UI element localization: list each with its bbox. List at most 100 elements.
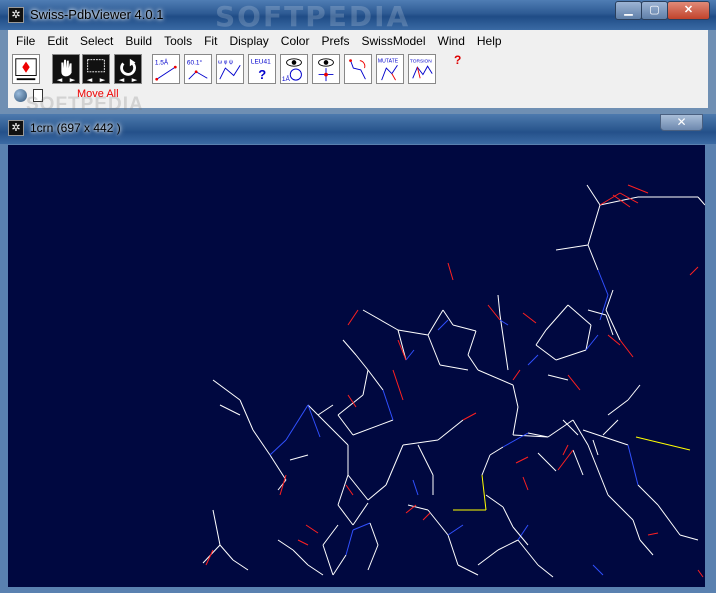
bond (269, 454, 287, 481)
dihedral-icon: ω φ ψ (218, 59, 241, 80)
bond (297, 539, 309, 546)
bond (355, 354, 369, 371)
rotate-tool-button[interactable] (114, 54, 142, 84)
molecule-window-close-button[interactable]: ✕ (660, 114, 703, 131)
identify-tool-button[interactable]: LEU41 ? (248, 54, 276, 84)
bond (515, 456, 529, 464)
mutate-tool-label: MUTATE (378, 59, 399, 65)
bond (367, 544, 379, 571)
menu-edit[interactable]: Edit (41, 34, 74, 48)
menu-prefs[interactable]: Prefs (315, 34, 355, 48)
distance-tool-button[interactable]: 1.5Å (152, 54, 180, 84)
rotate-icon (118, 58, 138, 82)
menu-swissmodel[interactable]: SwissModel (356, 34, 432, 48)
toolbar: 1.5Å 60.1° ω φ ψ LEU41 ? 1Å MUTATE TORSI… (8, 51, 708, 115)
bond (439, 364, 469, 371)
bond (447, 534, 459, 566)
protein-wireframe (202, 184, 705, 578)
bond (697, 569, 704, 578)
bond (437, 419, 464, 441)
dihedral-tool-button[interactable]: ω φ ψ (216, 54, 244, 84)
bond (219, 404, 241, 416)
menu-fit[interactable]: Fit (198, 34, 223, 48)
bond (567, 374, 581, 391)
eye-center-icon (318, 58, 334, 82)
bond (547, 419, 574, 438)
zoom-tool-button[interactable] (82, 54, 110, 84)
bond (517, 539, 539, 566)
bond (679, 534, 699, 541)
distance-range-tool-button[interactable]: 1Å (280, 54, 308, 84)
bond (397, 329, 407, 361)
menu-build[interactable]: Build (119, 34, 158, 48)
menu-display[interactable]: Display (223, 34, 274, 48)
bond (627, 184, 649, 194)
bond (337, 474, 349, 506)
bond (587, 204, 601, 246)
bond (567, 304, 592, 326)
bond (502, 506, 514, 528)
torsion-tool-label: TORSION (410, 59, 432, 65)
bond (392, 369, 404, 401)
menu-help[interactable]: Help (471, 34, 508, 48)
bond (535, 344, 557, 361)
bond (382, 389, 394, 421)
menu-bar: File Edit Select Build Tools Fit Display… (8, 30, 708, 51)
bond (337, 504, 354, 526)
bond (586, 184, 601, 206)
center-atom-tool-button[interactable] (312, 54, 340, 84)
help-question-icon[interactable]: ? (454, 53, 461, 67)
bond (485, 494, 504, 508)
app-icon[interactable]: ✲ (8, 7, 24, 23)
minimize-button[interactable]: ▁ (615, 1, 642, 20)
move-hand-tool-button[interactable] (52, 54, 80, 84)
bond (279, 474, 287, 496)
bond (547, 374, 569, 381)
close-button[interactable]: ✕ (667, 1, 710, 20)
bond (555, 349, 587, 361)
bond (512, 406, 519, 436)
menu-tools[interactable]: Tools (158, 34, 198, 48)
distance-tool-label: 1.5Å (155, 57, 169, 66)
bond (352, 522, 371, 531)
bond (342, 339, 357, 356)
bond (487, 304, 501, 321)
molecule-window-title-bar[interactable]: ✲ 1crn (697 x 442 ) ✕ (0, 114, 716, 144)
bond (627, 384, 641, 401)
center-tool-button[interactable] (12, 54, 40, 84)
menu-select[interactable]: Select (74, 34, 119, 48)
bond (307, 564, 324, 576)
bond (427, 509, 449, 536)
bond (489, 446, 504, 456)
bond (362, 309, 399, 331)
angle-tool-button[interactable]: 60.1° (184, 54, 212, 84)
bond (422, 512, 431, 521)
menu-wind[interactable]: Wind (432, 34, 471, 48)
molecule-window-icon[interactable]: ✲ (8, 120, 24, 136)
bond (347, 474, 369, 501)
bond (427, 309, 444, 336)
bond (607, 399, 629, 416)
bond (447, 524, 464, 536)
fix-tool-button[interactable] (344, 54, 372, 84)
menu-file[interactable]: File (10, 34, 41, 48)
fix-fragment-icon (349, 59, 366, 80)
bond (457, 564, 479, 576)
main-title-bar[interactable]: SOFTPEDIA ✲ Swiss-PdbViewer 4.0.1 ▁ ▢ ✕ (0, 0, 716, 33)
dihedral-tool-label: ω φ ψ (218, 59, 233, 65)
bond (535, 329, 547, 346)
menu-color[interactable]: Color (275, 34, 316, 48)
mutate-tool-button[interactable]: MUTATE (376, 54, 404, 84)
molecule-viewport[interactable] (8, 145, 705, 587)
bond (497, 294, 501, 316)
bond (269, 439, 287, 456)
bond (602, 419, 619, 436)
bond (352, 502, 369, 526)
maximize-button[interactable]: ▢ (641, 1, 668, 20)
bond (397, 329, 429, 336)
bond (522, 312, 537, 324)
bond (697, 196, 705, 206)
zoom-icon (86, 59, 106, 82)
bond (447, 262, 454, 281)
torsion-tool-button[interactable]: TORSION (408, 54, 436, 84)
